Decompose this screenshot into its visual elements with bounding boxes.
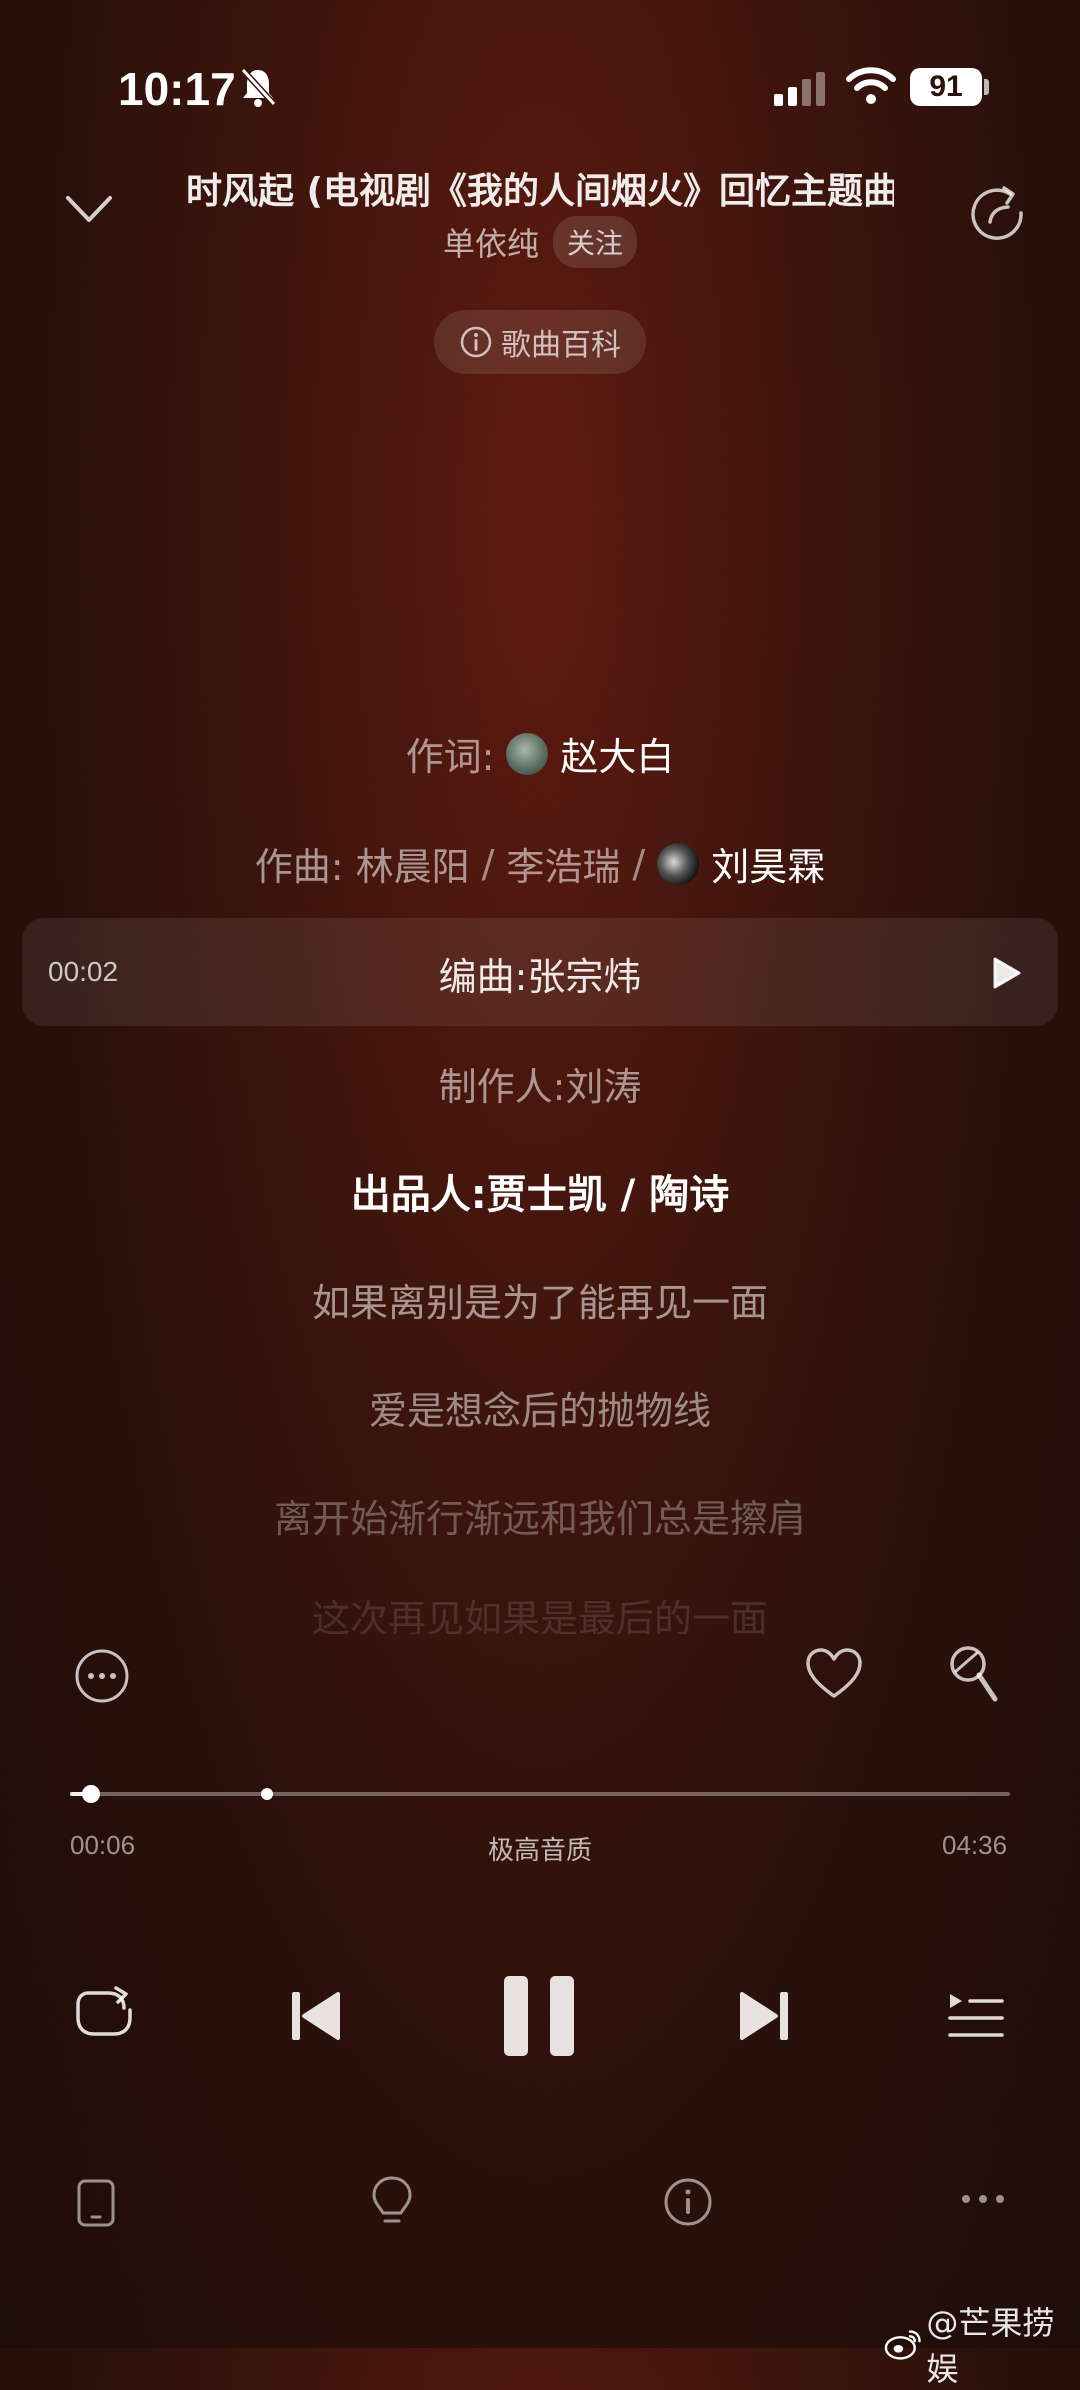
lyric-line: 爱是想念后的抛物线 (368, 1389, 711, 1433)
active-lyric-line: 出品人:贾士凯 / 陶诗 (0, 1162, 1080, 1220)
bulb-icon[interactable] (370, 2174, 414, 2230)
composer-label: 作曲: (254, 845, 344, 889)
status-time: 10:17 (118, 63, 236, 115)
lyric-line: 这次再见如果是最后的一面 (311, 1596, 768, 1635)
progress-track[interactable] (70, 1792, 1010, 1796)
next-icon[interactable] (738, 1988, 790, 2044)
lyricist-label: 作词: (405, 735, 495, 779)
more-circle-icon[interactable] (74, 1648, 130, 1704)
composer-name: 李浩瑞 (506, 845, 621, 889)
composer-name[interactable]: 刘昊霖 (711, 836, 825, 891)
more-icon[interactable] (960, 2192, 1006, 2206)
producer-line: 制作人:刘涛 (438, 1065, 642, 1109)
lyricist-name[interactable]: 赵大白 (560, 726, 674, 781)
arranger-line: 编曲:张宗炜 (438, 955, 642, 999)
song-wiki-button[interactable]: 歌曲百科 (434, 310, 646, 374)
lyric-line: 离开始渐行渐远和我们总是擦肩 (273, 1497, 806, 1541)
signal-icon (774, 72, 825, 106)
playlist-icon[interactable] (948, 1990, 1004, 2040)
wifi-icon (846, 67, 896, 104)
battery-tip (984, 79, 989, 95)
heart-icon[interactable] (804, 1646, 864, 1702)
audio-quality-button[interactable]: 极高音质 (0, 1830, 1080, 1867)
repeat-icon[interactable] (74, 1986, 136, 2042)
info-icon[interactable] (662, 2176, 714, 2228)
watermark-text: @芒果捞娱 (926, 2304, 1055, 2388)
follow-button[interactable]: 关注 (553, 216, 638, 268)
mic-icon[interactable] (948, 1644, 1000, 1706)
lyricist-line: 作词: 赵大白 (0, 726, 1080, 781)
weibo-icon (884, 2330, 921, 2360)
avatar[interactable] (657, 842, 700, 885)
song-wiki-label: 歌曲百科 (501, 328, 621, 363)
share-icon[interactable] (966, 182, 1028, 244)
info-icon (460, 326, 492, 358)
pause-icon[interactable] (502, 1974, 576, 2058)
composer-line: 作曲: 林晨阳 / 李浩瑞 / 刘昊霖 (0, 836, 1080, 891)
battery-icon: 91 (910, 68, 982, 106)
play-icon[interactable] (992, 956, 1022, 990)
buffer-marker (261, 1788, 273, 1800)
device-icon[interactable] (76, 2178, 116, 2228)
artist-row: 单依纯 关注 (0, 216, 1080, 268)
lyric-line: 如果离别是为了能再见一面 (311, 1281, 768, 1325)
lyric-line: 制作人:刘涛 (0, 1056, 1080, 1111)
duration-time: 04:36 (942, 1830, 1008, 1860)
separator: / (632, 841, 646, 886)
bell-muted-icon (240, 67, 277, 107)
lyric-line: 编曲:张宗炜 (0, 946, 1080, 1001)
composer-name: 林晨阳 (355, 845, 470, 889)
previous-icon[interactable] (290, 1988, 342, 2044)
artist-name[interactable]: 单依纯 (443, 219, 539, 265)
song-title: 时风起 (电视剧《我的人间烟火》回忆主题曲 (186, 171, 894, 212)
avatar[interactable] (506, 732, 549, 775)
watermark: @芒果捞娱 (884, 2298, 1080, 2390)
publisher-line: 出品人:贾士凯 / 陶诗 (350, 1172, 730, 1218)
progress-thumb[interactable] (82, 1785, 100, 1803)
separator: / (481, 841, 495, 886)
